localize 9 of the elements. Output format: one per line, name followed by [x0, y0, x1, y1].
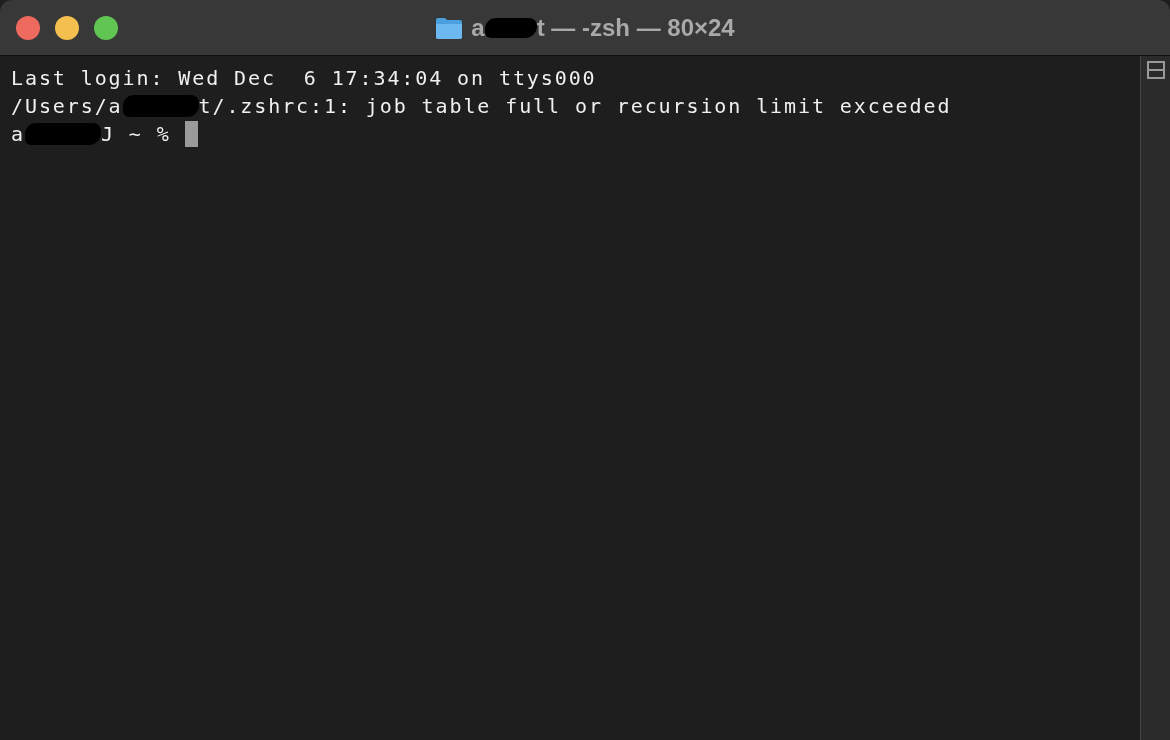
- window-title: a t — -zsh — 80×24: [471, 13, 735, 42]
- folder-icon: [435, 15, 464, 40]
- terminal-line: /Users/a t/.zshrc:1: job table full or recursion limit exceeded: [11, 93, 953, 120]
- split-view-icon[interactable]: [1145, 60, 1166, 80]
- zoom-button[interactable]: [94, 15, 118, 40]
- close-button[interactable]: [16, 15, 40, 40]
- minimize-button[interactable]: [55, 15, 79, 40]
- terminal-line: a J ~ %: [11, 120, 1129, 148]
- terminal-line: Last login: Wed Dec 6 17:34:04 on ttys000: [11, 65, 598, 92]
